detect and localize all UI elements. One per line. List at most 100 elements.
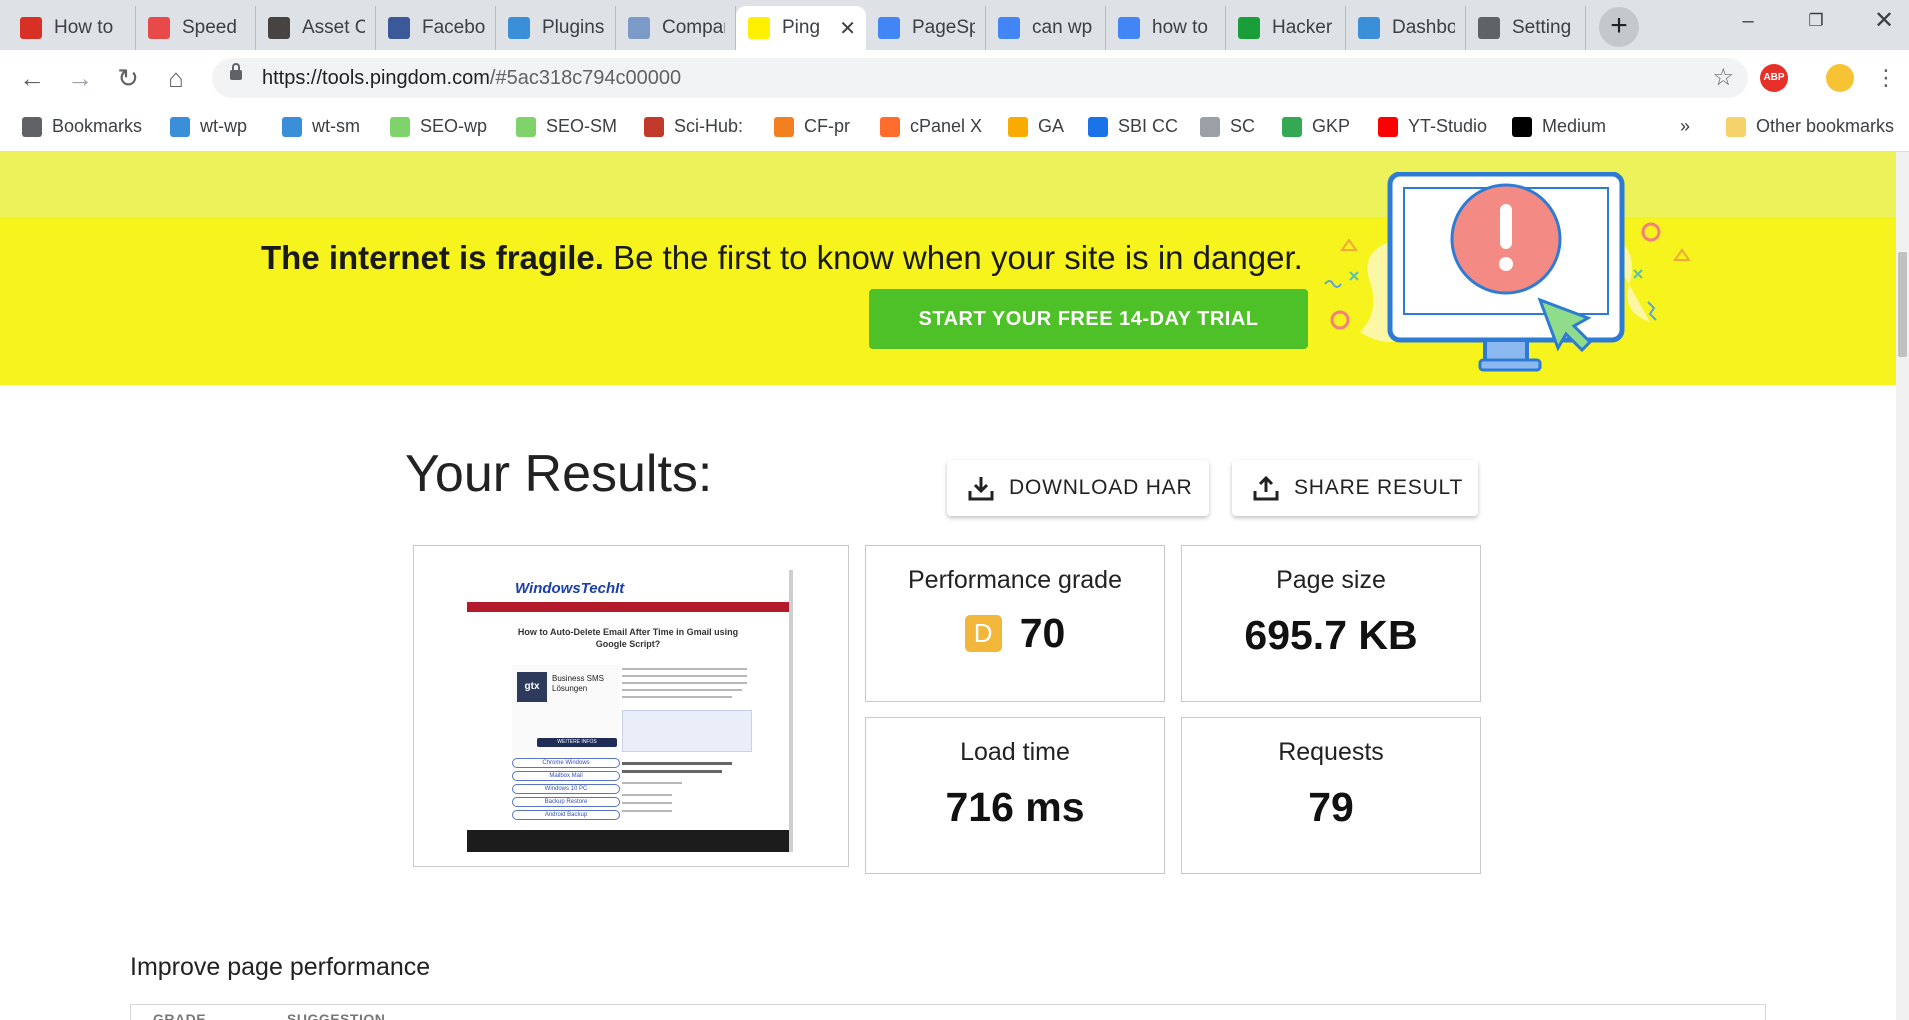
tab-item[interactable]: Asset C: [256, 6, 376, 50]
page-scrollbar[interactable]: [1896, 152, 1909, 1020]
bookmark-item[interactable]: wt-sm: [282, 116, 360, 137]
tab-title: Speed: [182, 17, 237, 38]
thumb-text-line: [622, 762, 732, 765]
minimize-icon[interactable]: –: [1718, 0, 1778, 44]
tab-active[interactable]: Ping ✕: [736, 6, 866, 50]
share-result-button[interactable]: SHARE RESULT: [1232, 460, 1478, 516]
thumb-ad-button: WEITERE INFOS: [537, 738, 617, 747]
thumb-text-line: [622, 782, 682, 784]
thumb-link-pill: Android Backup: [512, 810, 620, 820]
results-title: Your Results:: [405, 445, 713, 503]
tab-item[interactable]: how to: [1106, 6, 1226, 50]
load-time-label: Load time: [960, 738, 1070, 766]
bookmark-item[interactable]: YT-Studio: [1378, 116, 1487, 137]
performance-grade-card: Performance grade D 70: [865, 545, 1165, 702]
url-text[interactable]: https://tools.pingdom.com/#5ac318c794c00…: [262, 67, 681, 90]
forward-icon[interactable]: →: [62, 60, 98, 96]
thumb-nav-bar: [467, 602, 789, 612]
bookmark-item[interactable]: cPanel X: [880, 116, 982, 137]
tab-item[interactable]: Plugins: [496, 6, 616, 50]
tab-item[interactable]: Dashbo: [1346, 6, 1466, 50]
menu-icon[interactable]: ⋮: [1868, 60, 1904, 96]
bookmark-item[interactable]: CF-pr: [774, 116, 850, 137]
new-tab-button[interactable]: +: [1599, 7, 1639, 47]
close-window-icon[interactable]: ✕: [1854, 0, 1909, 44]
requests-card: Requests 79: [1181, 717, 1481, 874]
other-bookmarks[interactable]: Other bookmarks: [1726, 116, 1894, 137]
close-tab-icon[interactable]: ✕: [839, 16, 856, 41]
tab-item[interactable]: Facebo: [376, 6, 496, 50]
seo-icon: [390, 116, 410, 137]
bookmark-item[interactable]: SEO-SM: [516, 116, 617, 137]
reload-icon[interactable]: ↻: [110, 60, 146, 96]
bookmark-item[interactable]: SC: [1200, 116, 1255, 137]
hacker-icon: [1238, 17, 1260, 39]
bookmark-item[interactable]: Sci-Hub:: [644, 116, 743, 137]
browser-toolbar: ← → ↻ ⌂ https://tools.pingdom.com/#5ac31…: [0, 50, 1909, 106]
star-icon: [22, 116, 42, 137]
tab-title: Compar: [662, 17, 725, 38]
tab-title: Plugins: [542, 17, 605, 38]
lock-icon[interactable]: [230, 63, 242, 80]
performance-grade-label: Performance grade: [907, 566, 1122, 594]
grade-column-header[interactable]: GRADE: [153, 1011, 206, 1020]
download-har-button[interactable]: DOWNLOAD HAR: [947, 460, 1209, 516]
bookmark-item[interactable]: SEO-wp: [390, 116, 487, 137]
bookmark-item[interactable]: Medium: [1512, 116, 1606, 137]
back-icon[interactable]: ←: [14, 60, 50, 96]
thumb-text-line: [622, 668, 747, 670]
bookmark-item[interactable]: Bookmarks: [22, 116, 142, 137]
profile-avatar-icon[interactable]: [1826, 64, 1854, 92]
improve-section-title: Improve page performance: [130, 953, 431, 981]
tab-title: Ping: [782, 17, 821, 38]
more-bookmarks-button[interactable]: »: [1680, 116, 1690, 137]
bookmark-item[interactable]: GKP: [1282, 116, 1350, 137]
bookmark-label: wt-sm: [312, 116, 360, 136]
facebook-icon: [388, 17, 410, 39]
monitor-alert-illustration: [1324, 172, 1691, 372]
bookmark-item[interactable]: wt-wp: [170, 116, 247, 137]
bookmark-star-icon[interactable]: ☆: [1712, 63, 1734, 92]
tab-title: Setting: [1512, 17, 1572, 38]
google-icon: [998, 17, 1020, 39]
tab-item[interactable]: Compar: [616, 6, 736, 50]
thumb-text-line: [622, 810, 672, 812]
wt-icon: [1358, 17, 1380, 39]
wordpress-icon: [268, 17, 290, 39]
suggestion-column-header[interactable]: SUGGESTION: [287, 1011, 385, 1020]
start-trial-button[interactable]: START YOUR FREE 14-DAY TRIAL: [869, 289, 1308, 349]
share-icon: [1253, 475, 1279, 501]
requests-value: 79: [1308, 784, 1354, 830]
thumb-text-line: [622, 675, 747, 677]
home-icon[interactable]: ⌂: [158, 60, 194, 96]
tab-item[interactable]: Speed: [136, 6, 256, 50]
address-bar[interactable]: https://tools.pingdom.com/#5ac318c794c00…: [212, 58, 1748, 98]
other-bookmarks-label: Other bookmarks: [1756, 116, 1895, 136]
bookmark-label: Bookmarks: [52, 116, 143, 136]
wt-icon: [508, 17, 530, 39]
bookmark-item[interactable]: GA: [1008, 116, 1064, 137]
bookmark-label: SEO-wp: [420, 116, 488, 136]
google-icon: [1118, 17, 1140, 39]
bookmark-label: wt-wp: [200, 116, 248, 136]
scrollbar-thumb[interactable]: [1898, 252, 1907, 357]
medium-icon: [1512, 116, 1532, 137]
tab-item[interactable]: How to: [8, 6, 136, 50]
tab-item[interactable]: Hacker: [1226, 6, 1346, 50]
thumb-ad-text: Business SMS Lösungen: [552, 674, 605, 693]
restore-icon[interactable]: ❐: [1786, 0, 1846, 44]
wt-icon: [170, 116, 190, 137]
youtube-icon: [1378, 116, 1398, 137]
requests-label: Requests: [1278, 738, 1384, 766]
bookmarks-bar: Bookmarks wt-wp wt-sm SEO-wp SEO-SM Sci-Hub: C…: [0, 106, 1909, 152]
tab-item[interactable]: Setting: [1466, 6, 1586, 50]
adblock-icon[interactable]: ABP: [1760, 64, 1788, 92]
bookmark-item[interactable]: SBI CC: [1088, 116, 1178, 137]
tab-title: Facebo: [422, 17, 485, 38]
bookmark-label: SEO-SM: [546, 116, 618, 136]
grade-badge: D: [964, 615, 1002, 652]
tab-item[interactable]: can wp: [986, 6, 1106, 50]
bookmark-label: GA: [1038, 116, 1065, 136]
thumb-site-logo: WindowsTechIt: [515, 580, 625, 597]
tab-item[interactable]: PageSp: [866, 6, 986, 50]
